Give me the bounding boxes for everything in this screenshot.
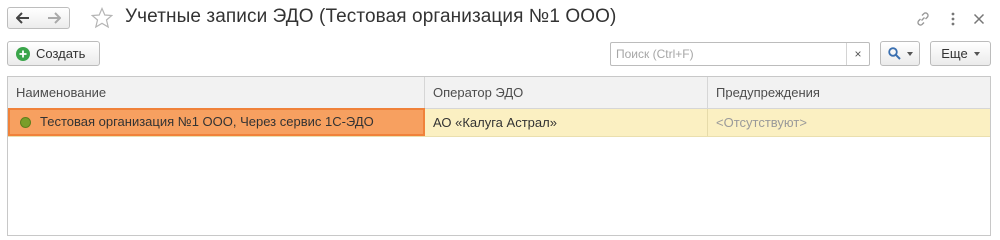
more-button-label: Еще xyxy=(941,46,968,61)
create-button[interactable]: Создать xyxy=(7,41,100,66)
search-button[interactable] xyxy=(880,41,920,66)
link-icon[interactable] xyxy=(913,9,933,29)
table-row[interactable]: Тестовая организация №1 ООО, Через серви… xyxy=(8,108,990,137)
clear-icon: × xyxy=(854,47,862,61)
chevron-down-icon xyxy=(973,51,980,56)
cell-warnings[interactable]: <Отсутствуют> xyxy=(708,109,990,136)
magnifier-icon xyxy=(887,47,901,60)
search-field: × xyxy=(610,42,870,66)
arrow-right-icon xyxy=(47,12,61,24)
column-header-warnings[interactable]: Предупреждения xyxy=(708,77,990,108)
search-input[interactable] xyxy=(611,43,847,65)
more-button[interactable]: Еще xyxy=(930,41,991,66)
arrow-left-icon xyxy=(16,12,29,24)
status-dot-icon xyxy=(20,117,31,129)
title-bar: Учетные записи ЭДО (Тестовая организация… xyxy=(0,0,1000,38)
column-header-name[interactable]: Наименование xyxy=(8,77,425,108)
more-vertical-icon[interactable] xyxy=(943,9,963,29)
page-title: Учетные записи ЭДО (Тестовая организация… xyxy=(125,6,617,27)
chevron-down-icon xyxy=(906,51,913,56)
cell-name[interactable]: Тестовая организация №1 ООО, Через серви… xyxy=(8,108,425,136)
search-clear-button[interactable]: × xyxy=(846,43,869,65)
close-icon[interactable] xyxy=(969,9,989,29)
create-button-label: Создать xyxy=(36,46,86,61)
plus-circle-icon xyxy=(16,46,30,61)
forward-button[interactable] xyxy=(38,7,70,29)
cell-operator[interactable]: АО «Калуга Астрал» xyxy=(425,109,708,136)
column-header-operator[interactable]: Оператор ЭДО xyxy=(425,77,708,108)
back-button[interactable] xyxy=(7,7,39,29)
cell-name-text: Тестовая организация №1 ООО, Через серви… xyxy=(40,114,374,129)
accounts-table: Наименование Оператор ЭДО Предупреждения… xyxy=(7,76,991,236)
table-header: Наименование Оператор ЭДО Предупреждения xyxy=(8,77,990,109)
star-icon[interactable] xyxy=(91,7,113,29)
